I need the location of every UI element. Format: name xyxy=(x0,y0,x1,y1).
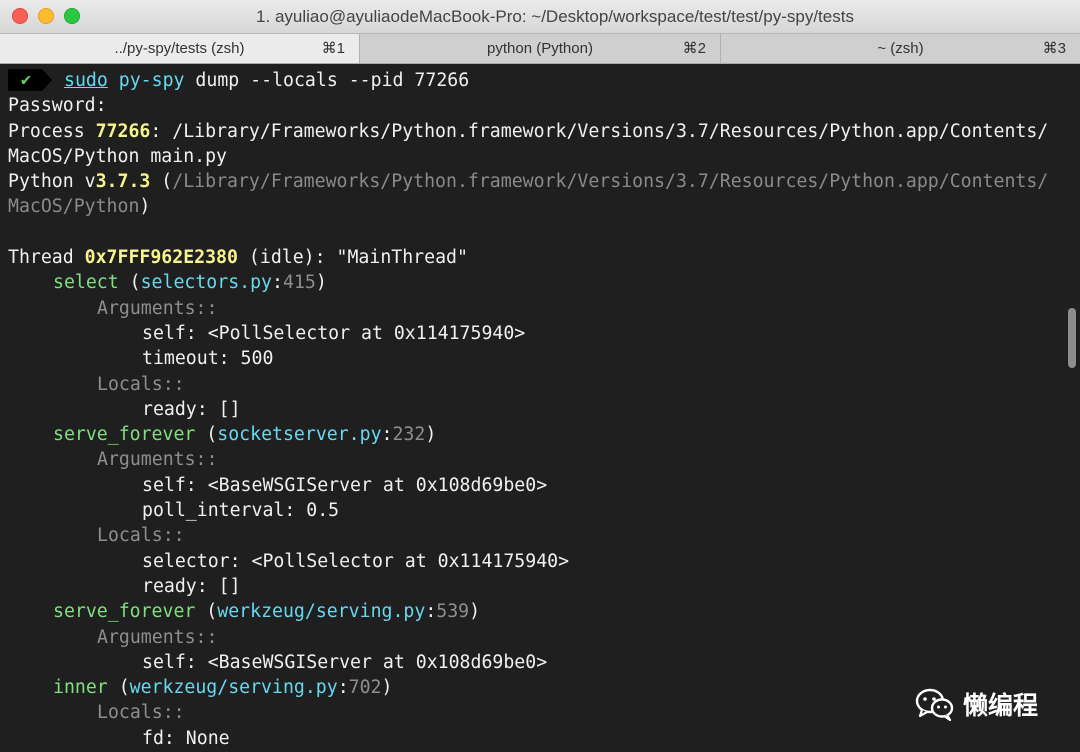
python-version: 3.7.3 xyxy=(95,171,151,193)
tab-python[interactable]: python (Python) ⌘2 xyxy=(360,34,721,63)
argument-value: self: <BaseWSGIServer at 0x108d69be0> xyxy=(142,651,548,673)
terminal-window: 1. ayuliao@ayuliaodeMacBook-Pro: ~/Deskt… xyxy=(0,0,1080,752)
title-bar: 1. ayuliao@ayuliaodeMacBook-Pro: ~/Deskt… xyxy=(0,0,1080,34)
thread-prefix: Thread xyxy=(8,247,85,269)
frame-file: werkzeug/serving.py xyxy=(129,677,338,699)
frame-line-number: 415 xyxy=(282,272,316,294)
locals-label-text: Locals:: xyxy=(97,525,185,547)
process-path: : /Library/Frameworks/Python.framework/V… xyxy=(150,120,1049,142)
tab-zsh-tests[interactable]: ../py-spy/tests (zsh) ⌘1 xyxy=(0,34,360,63)
watermark-text: 懒编程 xyxy=(963,691,1039,720)
tab-shortcut: ⌘3 xyxy=(1042,40,1066,57)
stack-frames: select (selectors.py:415)Arguments:: self… xyxy=(8,270,1080,751)
local-value: ready: [] xyxy=(142,575,241,597)
frame-function: select xyxy=(53,272,119,294)
locals-label-text: Locals:: xyxy=(97,702,185,724)
thread-suffix: (idle): "MainThread" xyxy=(237,247,468,269)
terminal-output[interactable]: ✔ sudo py-spy dump --locals --pid 77266 P… xyxy=(0,66,1080,752)
process-path-cont: MacOS/Python main.py xyxy=(8,145,227,167)
tab-zsh-home[interactable]: ~ (zsh) ⌘3 xyxy=(721,34,1080,63)
frame-header: serve_forever (werkzeug/serving.py:539) xyxy=(53,601,481,623)
local-value: selector: <PollSelector at 0x114175940> xyxy=(142,550,570,572)
frame-file: werkzeug/serving.py xyxy=(217,601,426,623)
watermark: 懒编程 xyxy=(915,684,1038,724)
tab-bar: ../py-spy/tests (zsh) ⌘1 python (Python)… xyxy=(0,34,1080,64)
arguments-label: Arguments:: xyxy=(8,447,1080,472)
frame-line-number: 539 xyxy=(436,601,470,623)
local-value: fd: None xyxy=(142,727,230,749)
frame-function: serve_forever xyxy=(53,424,196,446)
frame-header: serve_forever (socketserver.py:232) xyxy=(53,424,437,446)
argument-value: self: <BaseWSGIServer at 0x108d69be0> xyxy=(142,474,548,496)
command-sudo: sudo xyxy=(64,70,108,91)
frame-line-number: 232 xyxy=(392,424,426,446)
frame-header: select (selectors.py:415) xyxy=(53,272,327,294)
thread-id: 0x7FFF962E2380 xyxy=(84,247,238,269)
frame-function: serve_forever xyxy=(53,601,196,623)
tab-shortcut: ⌘1 xyxy=(321,40,345,57)
thread-line: Thread 0x7FFF962E2380 (idle): "MainThrea… xyxy=(8,245,1080,270)
argument-value: poll_interval: 0.5 xyxy=(142,500,340,522)
python-line: Python v3.7.3 (/Library/Frameworks/Pytho… xyxy=(8,169,1080,194)
tab-label: ~ (zsh) xyxy=(877,40,924,57)
frame-function: inner xyxy=(53,677,108,699)
wechat-icon xyxy=(915,687,955,722)
arguments-label-text: Arguments:: xyxy=(97,449,218,471)
command-tool: py-spy xyxy=(118,70,185,91)
arguments-label: Arguments:: xyxy=(8,625,1080,650)
arguments-label: Arguments:: xyxy=(8,296,1080,321)
argument-value: self: <PollSelector at 0x114175940> xyxy=(142,322,526,344)
frame-file: socketserver.py xyxy=(217,424,382,446)
frame-file: selectors.py xyxy=(140,272,273,294)
command-args: dump --locals --pid 77266 xyxy=(184,70,470,91)
arguments-label-text: Arguments:: xyxy=(97,626,218,648)
argument-value: timeout: 500 xyxy=(142,348,274,370)
tab-shortcut: ⌘2 xyxy=(682,40,706,57)
paren-close: ) xyxy=(139,196,151,218)
window-title: 1. ayuliao@ayuliaodeMacBook-Pro: ~/Deskt… xyxy=(256,7,854,26)
tab-label: python (Python) xyxy=(487,40,593,57)
process-pid: 77266 xyxy=(95,120,151,142)
checkmark-icon: ✔ xyxy=(8,68,52,91)
locals-label: Locals:: xyxy=(8,372,1080,397)
process-prefix: Process xyxy=(8,120,96,142)
frame-line-number: 702 xyxy=(348,677,382,699)
python-path-2: MacOS/Python xyxy=(8,196,140,218)
scrollbar[interactable] xyxy=(1068,308,1076,368)
paren-open: ( xyxy=(150,171,173,193)
arguments-label-text: Arguments:: xyxy=(97,297,218,319)
python-path-cont: MacOS/Python) xyxy=(8,194,1080,219)
python-prefix: Python v xyxy=(8,171,96,193)
local-value: ready: [] xyxy=(142,398,241,420)
python-path: /Library/Frameworks/Python.framework/Ver… xyxy=(172,171,1049,193)
process-line: Process 77266: /Library/Frameworks/Pytho… xyxy=(8,119,1080,144)
locals-label: Locals:: xyxy=(8,523,1080,548)
command-line: ✔ sudo py-spy dump --locals --pid 77266 xyxy=(8,68,1080,93)
tab-label: ../py-spy/tests (zsh) xyxy=(114,40,245,57)
password-line: Password: xyxy=(8,95,107,117)
locals-label-text: Locals:: xyxy=(97,373,185,395)
